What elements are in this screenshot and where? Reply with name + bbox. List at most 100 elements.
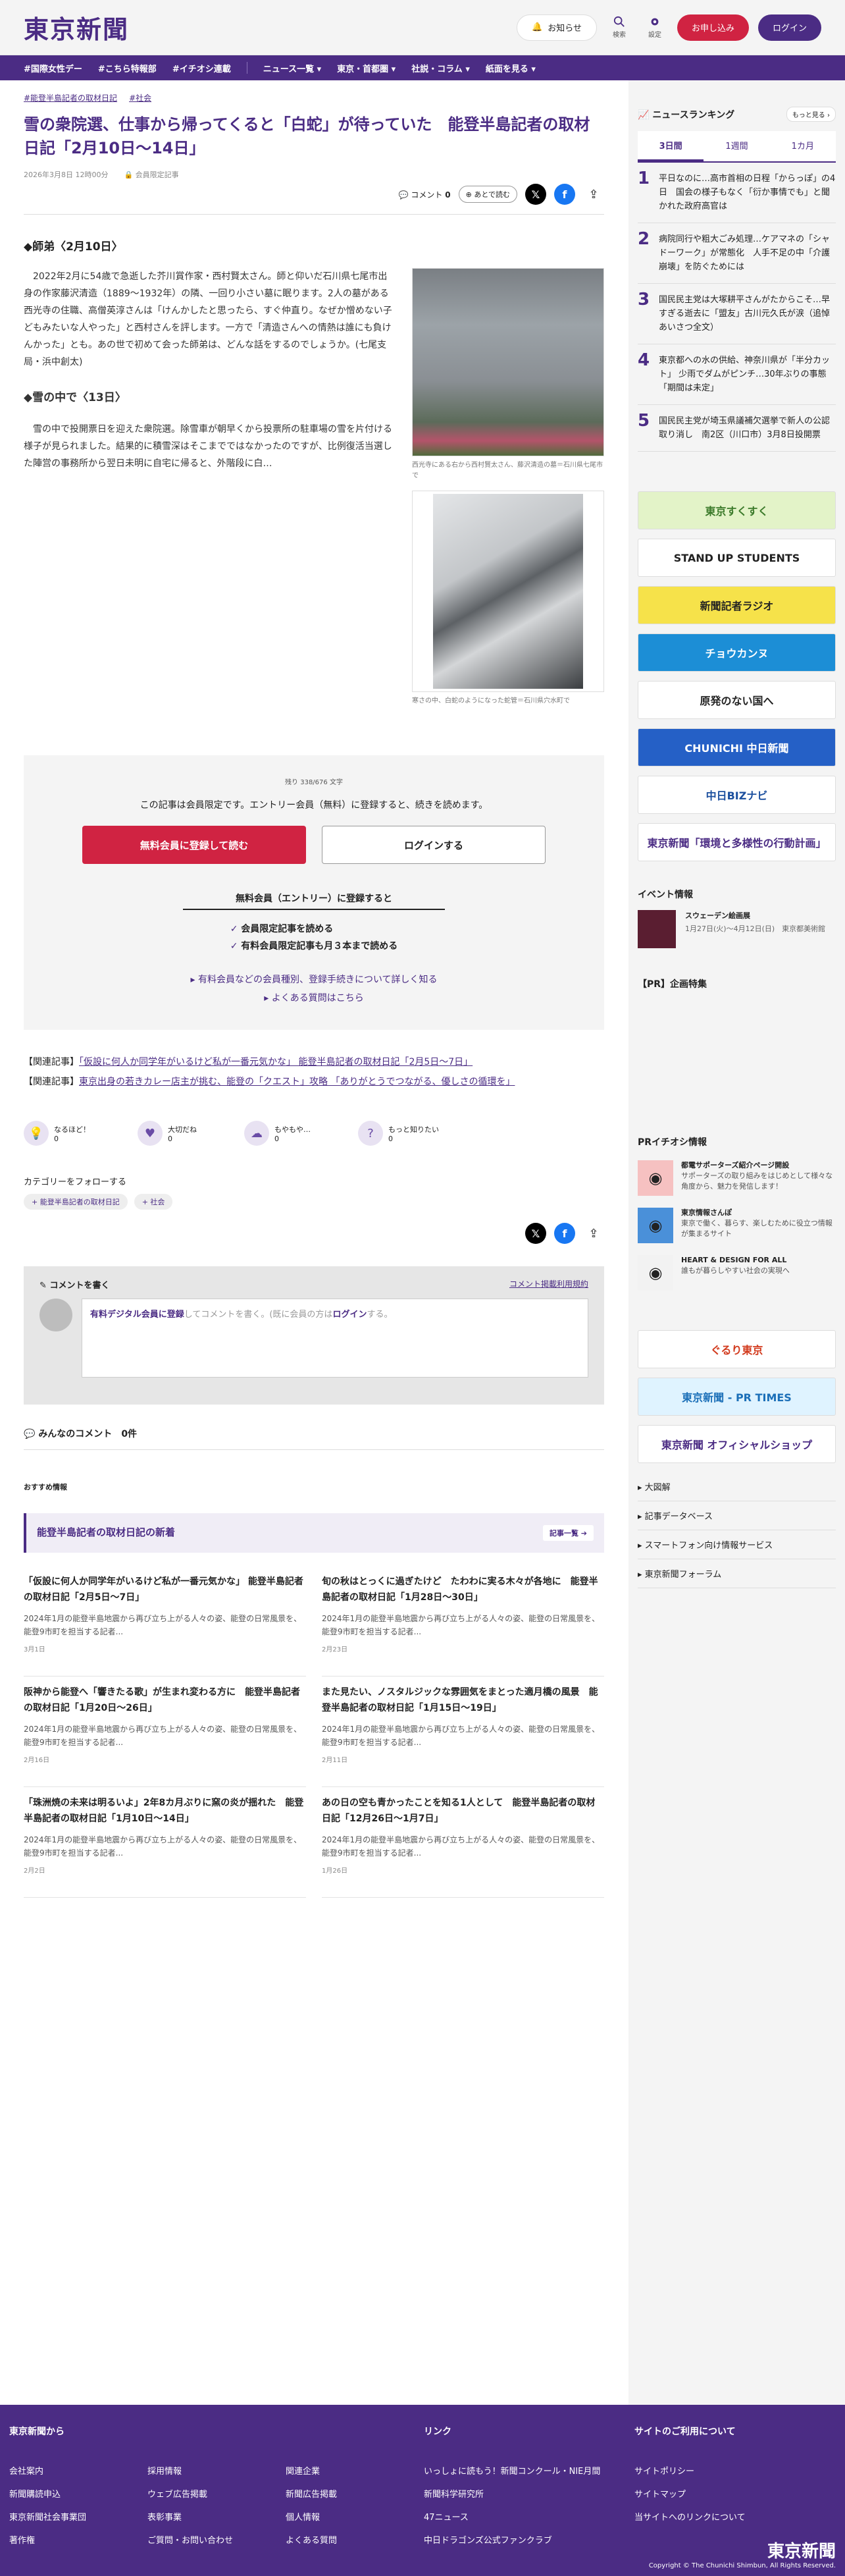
tab-1week[interactable]: 1週間 — [704, 131, 769, 161]
comment-input[interactable]: 有料デジタル会員に登録してコメントを書く。(既に会員の方はログインする。 — [82, 1299, 588, 1378]
comment-rules-link[interactable]: コメント掲載利用規約 — [509, 1278, 588, 1291]
read-later-button[interactable]: ⊕ あとで読む — [458, 186, 517, 203]
footer-link[interactable]: よくある質問 — [286, 2533, 424, 2546]
tab-1month[interactable]: 1カ月 — [770, 131, 836, 161]
article-card[interactable]: また見たい、ノスタルジックな雰囲気をまとった適月橋の風景 能登半島記者の取材日記… — [322, 1677, 604, 1787]
tab-3days[interactable]: 3日間 — [638, 131, 704, 161]
login-link[interactable]: ログイン — [332, 1310, 367, 1320]
nav-item-paper[interactable]: 紙面を見る ▾ — [486, 62, 536, 74]
reaction-moyamoya[interactable]: ☁ もやもや… 0 — [244, 1121, 311, 1146]
card-title[interactable]: 旬の秋はとっくに過ぎたけど たわわに実る木々が各地に 能登半島記者の取材日記「1… — [322, 1574, 604, 1605]
settings-button[interactable]: 設定 — [642, 16, 668, 39]
promo-banner[interactable]: 原発のない国へ — [638, 681, 836, 719]
sidebar-link[interactable]: ▸ 記事データベース — [638, 1501, 836, 1530]
facebook-share-button[interactable]: f — [554, 1223, 575, 1244]
share-button[interactable]: ⇪ — [583, 1223, 604, 1244]
promo-banner[interactable]: 東京新聞 オフィシャルショップ — [638, 1425, 836, 1463]
footer-link[interactable]: 新聞購読申込 — [9, 2487, 147, 2500]
ranking-item[interactable]: 3 国民民主党は大塚耕平さんがたからこそ…早すぎる逝去に「盟友」古川元久氏が涙（追… — [638, 284, 836, 344]
login-button[interactable]: ログイン — [757, 14, 821, 41]
related-link[interactable]: 東京出身の若きカレー店主が挑む、能登の「クエスト」攻略 「ありがとうでつながる、… — [79, 1077, 515, 1087]
footer-link[interactable]: 著作権 — [9, 2533, 147, 2546]
follow-chip[interactable]: + 能登半島記者の取材日記 — [24, 1194, 128, 1210]
reaction-naruhodo[interactable]: 💡 なるほど！ 0 — [24, 1121, 90, 1146]
promo-banner[interactable]: ぐるり東京 — [638, 1330, 836, 1368]
footer-link[interactable]: サイトマップ — [634, 2487, 832, 2500]
footer-logo[interactable]: 東京新聞 — [649, 2538, 836, 2562]
ranking-more-link[interactable]: もっと見る › — [786, 107, 836, 122]
promo-banner[interactable]: 新聞記者ラジオ — [638, 586, 836, 624]
footer-link[interactable]: ウェブ広告掲載 — [147, 2487, 286, 2500]
free-register-button[interactable]: 無料会員に登録して読む — [82, 826, 306, 864]
promo-banner[interactable]: 東京新聞 - PR TIMES — [638, 1378, 836, 1416]
footer-link[interactable]: 関連企業 — [286, 2464, 424, 2477]
paywall-login-button[interactable]: ログインする — [322, 826, 546, 864]
ranking-item[interactable]: 5 国民民主党が埼玉県議補欠選挙で新人の公認取り消し 南2区（川口市）3月8日投開… — [638, 405, 836, 452]
promo-banner[interactable]: 東京すくすく — [638, 491, 836, 529]
x-share-button[interactable]: 𝕏 — [525, 1223, 546, 1244]
nav-item-news[interactable]: ニュース一覧 ▾ — [263, 62, 321, 74]
footer-link[interactable]: サイトポリシー — [634, 2464, 832, 2477]
faq-link[interactable]: ▸ よくある質問はこちら — [50, 989, 578, 1007]
card-title[interactable]: あの日の空も青かったことを知る1人として 能登半島記者の取材日記「12月26日〜… — [322, 1795, 604, 1827]
related-link[interactable]: 「仮設に何人か同学年がいるけど私が一番元気かな」 能登半島記者の取材日記「2月5… — [79, 1057, 473, 1067]
article-card[interactable]: 阪神から能登へ「響きたる歌」が生まれ変わる方に 能登半島記者の取材日記「1月20… — [24, 1677, 306, 1787]
facebook-share-button[interactable]: f — [554, 184, 575, 205]
footer-link[interactable]: 新聞科学研究所 — [424, 2487, 634, 2500]
share-button[interactable]: ⇪ — [583, 184, 604, 205]
footer-link[interactable]: 表彰事業 — [147, 2510, 286, 2523]
sidebar-link[interactable]: ▸ 東京新聞フォーラム — [638, 1559, 836, 1588]
event-item[interactable]: スウェーデン絵画展 1月27日(火)〜4月12日(日) 東京都美術館 — [638, 910, 836, 948]
footer-link[interactable]: ご質問・お問い合わせ — [147, 2533, 286, 2546]
follow-chip[interactable]: + 社会 — [134, 1194, 173, 1210]
photo-snow-pipe[interactable] — [433, 494, 583, 689]
nav-item-series[interactable]: #イチオシ連載 — [172, 62, 231, 74]
series-list-link[interactable]: 記事一覧 ➔ — [542, 1525, 594, 1541]
promo-banner[interactable]: STAND UP STUDENTS — [638, 539, 836, 577]
ranking-item[interactable]: 1 平日なのに…高市首相の日程「からっぽ」の4日 国会の様子もなく「衍か事情でも」… — [638, 163, 836, 223]
reaction-taisetsu[interactable]: ♥ 大切だね 0 — [138, 1121, 197, 1146]
card-title[interactable]: 阪神から能登へ「響きたる歌」が生まれ変わる方に 能登半島記者の取材日記「1月20… — [24, 1684, 306, 1716]
tag-link[interactable]: #社会 — [129, 92, 151, 103]
footer-link[interactable]: 採用情報 — [147, 2464, 286, 2477]
pr-item[interactable]: ◉ HEART & DESIGN FOR ALL 誰もが暮らしやすい社会の実現へ — [638, 1255, 836, 1291]
footer-link[interactable]: 東京新聞社会事業団 — [9, 2510, 147, 2523]
promo-banner[interactable]: 東京新聞「環境と多様性の行動計画」 — [638, 823, 836, 861]
pr-item[interactable]: ◉ 東京情報さんぽ 東京で働く、暮らす、楽しむために役立つ情報が集まるサイト — [638, 1208, 836, 1243]
nav-item-editorial[interactable]: 社説・コラム ▾ — [411, 62, 470, 74]
article-card[interactable]: あの日の空も青かったことを知る1人として 能登半島記者の取材日記「12月26日〜… — [322, 1787, 604, 1898]
register-link[interactable]: 有料デジタル会員に登録 — [90, 1310, 184, 1320]
footer-link[interactable]: 会社案内 — [9, 2464, 147, 2477]
footer-link[interactable]: 当サイトへのリンクについて — [634, 2510, 832, 2523]
promo-banner[interactable]: 中日BIZナビ — [638, 776, 836, 814]
footer-link[interactable]: いっしょに読もう！新聞コンクール・NIE月間 — [424, 2464, 634, 2477]
footer-link[interactable]: 新聞広告掲載 — [286, 2487, 424, 2500]
photo-graves[interactable] — [412, 268, 604, 456]
footer-link[interactable]: 個人情報 — [286, 2510, 424, 2523]
search-button[interactable]: 検索 — [606, 16, 632, 39]
reaction-motto[interactable]: ? もっと知りたい 0 — [358, 1121, 439, 1146]
promo-banner[interactable]: CHUNICHI 中日新聞 — [638, 728, 836, 766]
article-card[interactable]: 「珠洲焼の未来は明るいよ」2年8カ月ぶりに窯の炎が揺れた 能登半島記者の取材日記… — [24, 1787, 306, 1898]
ranking-item[interactable]: 4 東京都への水の供給、神奈川県が「半分カット」 少雨でダムがピンチ…30年ぶりの… — [638, 344, 836, 405]
footer-link[interactable]: 47ニュース — [424, 2510, 634, 2523]
comment-count-link[interactable]: 💬 コメント 0 — [399, 189, 451, 200]
card-title[interactable]: 「珠洲焼の未来は明るいよ」2年8カ月ぶりに窯の炎が揺れた 能登半島記者の取材日記… — [24, 1795, 306, 1827]
nav-item-tokyo[interactable]: 東京・首都圏 ▾ — [337, 62, 396, 74]
nav-item-womens-day[interactable]: #国際女性デー — [24, 62, 82, 74]
article-card[interactable]: 「仮設に何人か同学年がいるけど私が一番元気かな」 能登半島記者の取材日記「2月5… — [24, 1566, 306, 1677]
footer-link[interactable]: 中日ドラゴンズ公式ファンクラブ — [424, 2533, 634, 2546]
nav-item-tokuhou[interactable]: #こちら特報部 — [98, 62, 157, 74]
promo-banner[interactable]: チョウカンヌ — [638, 633, 836, 672]
site-logo[interactable]: 東京新聞 — [24, 9, 129, 45]
pr-item[interactable]: ◉ 都電サポーターズ紹介ページ開設 サポーターズの取り組みをはじめとして様々な角度か… — [638, 1160, 836, 1196]
article-card[interactable]: 旬の秋はとっくに過ぎたけど たわわに実る木々が各地に 能登半島記者の取材日記「1… — [322, 1566, 604, 1677]
card-title[interactable]: また見たい、ノスタルジックな雰囲気をまとった適月橋の風景 能登半島記者の取材日記… — [322, 1684, 604, 1716]
membership-info-link[interactable]: ▸ 有料会員などの会員種別、登録手続きについて詳しく知る — [50, 971, 578, 989]
x-share-button[interactable]: 𝕏 — [525, 184, 546, 205]
sidebar-link[interactable]: ▸ 大図解 — [638, 1472, 836, 1501]
subscribe-button[interactable]: お申し込み — [677, 14, 749, 41]
tag-link[interactable]: #能登半島記者の取材日記 — [24, 92, 117, 103]
notifications-button[interactable]: 🔔 お知らせ — [517, 14, 597, 41]
card-title[interactable]: 「仮設に何人か同学年がいるけど私が一番元気かな」 能登半島記者の取材日記「2月5… — [24, 1574, 306, 1605]
